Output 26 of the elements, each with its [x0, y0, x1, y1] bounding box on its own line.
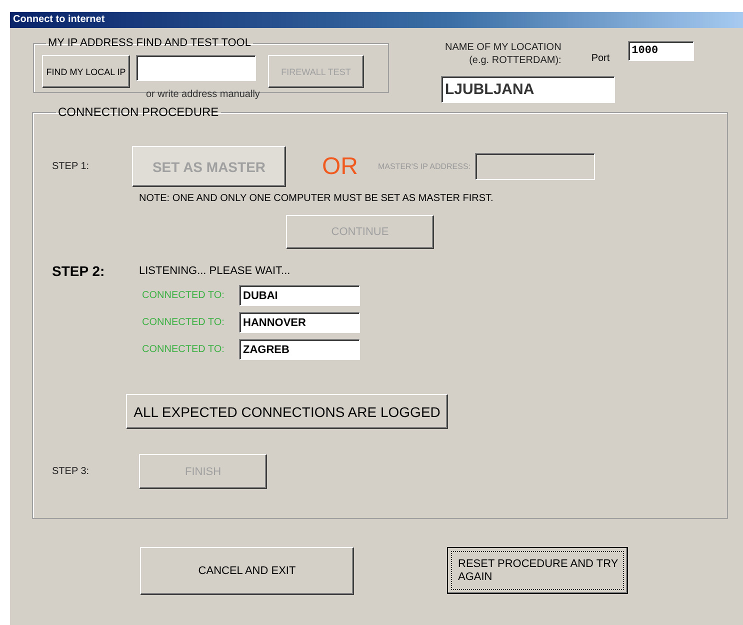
- group-title: CONNECTION PROCEDURE: [57, 105, 220, 119]
- connected-label: CONNECTED TO:: [142, 344, 226, 355]
- connection-field[interactable]: HANNOVER: [239, 312, 360, 333]
- status-text: LISTENING... PLEASE WAIT...: [139, 265, 290, 277]
- reset-button[interactable]: RESET PROCEDURE AND TRY AGAIN: [447, 547, 628, 594]
- step-label: STEP 2:: [52, 263, 106, 279]
- or-label: OR: [322, 152, 358, 180]
- port-field[interactable]: 1000: [628, 41, 694, 61]
- cancel-button[interactable]: CANCEL AND EXIT: [140, 547, 354, 595]
- port-label: Port: [591, 53, 610, 64]
- connection-field[interactable]: ZAGREB: [239, 339, 360, 360]
- master-ip-label: MASTER'S IP ADDRESS:: [378, 162, 471, 171]
- find-ip-button[interactable]: FIND MY LOCAL IP: [42, 55, 130, 88]
- ip-address-field[interactable]: [136, 55, 256, 81]
- connections-logged-button[interactable]: ALL EXPECTED CONNECTIONS ARE LOGGED: [126, 394, 448, 429]
- step-label: STEP 1:: [52, 161, 90, 172]
- location-label: NAME OF MY LOCATION (e.g. ROTTERDAM):: [445, 41, 562, 67]
- group-title: MY IP ADDRESS FIND AND TEST TOOL: [47, 37, 252, 49]
- location-field[interactable]: LJUBLJANA: [441, 76, 615, 103]
- step-label: STEP 3:: [52, 466, 90, 477]
- connected-label: CONNECTED TO:: [142, 290, 226, 301]
- connected-label: CONNECTED TO:: [142, 317, 226, 328]
- connection-field[interactable]: DUBAI: [239, 285, 360, 306]
- hint-text: or write address manually: [146, 89, 260, 100]
- window-title: Connect to internet: [10, 12, 743, 28]
- note-text: NOTE: ONE AND ONLY ONE COMPUTER MUST BE SET AS MASTER FIRST.: [139, 193, 494, 204]
